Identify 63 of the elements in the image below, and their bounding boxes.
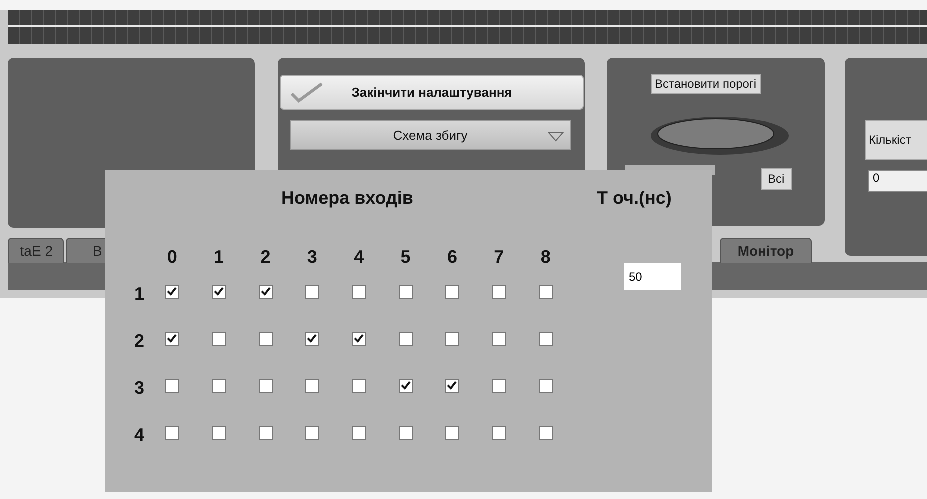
row-number: 1 xyxy=(134,284,144,305)
column-number: 8 xyxy=(540,247,551,268)
time-field[interactable]: 50 xyxy=(624,263,681,290)
popup-title: Номера входів xyxy=(282,188,414,210)
tab[interactable]: taE 2 xyxy=(8,238,64,263)
row-number: 2 xyxy=(134,331,144,352)
checkbox[interactable] xyxy=(445,332,460,346)
check-icon xyxy=(290,82,324,104)
checkbox[interactable] xyxy=(538,284,553,298)
checkbox[interactable] xyxy=(212,426,226,440)
column-number: 2 xyxy=(260,247,271,268)
threshold-label: Встановити порогі xyxy=(651,74,761,94)
row-number: 4 xyxy=(134,425,144,446)
checkbox[interactable] xyxy=(492,378,506,392)
column-number: 5 xyxy=(400,247,411,268)
column-number: 4 xyxy=(354,247,364,268)
column-number: 0 xyxy=(167,247,178,268)
checkbox[interactable] xyxy=(445,426,460,440)
checkbox[interactable] xyxy=(445,284,460,298)
count-label: Кількіст xyxy=(865,120,927,160)
checkbox[interactable] xyxy=(538,332,553,346)
checkbox[interactable] xyxy=(305,284,320,298)
checkbox[interactable] xyxy=(212,378,226,392)
checkbox[interactable] xyxy=(398,284,413,298)
checkbox[interactable] xyxy=(538,426,553,440)
column-number: 1 xyxy=(214,247,224,268)
checkbox[interactable] xyxy=(305,332,320,346)
checkbox[interactable] xyxy=(538,378,553,392)
checkbox[interactable] xyxy=(305,378,320,392)
checkbox[interactable] xyxy=(445,378,460,392)
checkbox[interactable] xyxy=(352,332,366,346)
column-number: 7 xyxy=(494,247,504,268)
checkbox[interactable] xyxy=(352,378,366,392)
checkbox[interactable] xyxy=(165,426,180,440)
all-label: Всі xyxy=(761,168,792,190)
checkbox[interactable] xyxy=(352,426,366,440)
caret-icon xyxy=(548,132,564,142)
checkbox[interactable] xyxy=(165,332,180,346)
checkbox[interactable] xyxy=(212,332,226,346)
checkbox[interactable] xyxy=(492,284,506,298)
column-number: 6 xyxy=(447,247,458,268)
mode-dropdown[interactable]: Схема збигу xyxy=(290,120,571,150)
checkbox[interactable] xyxy=(258,378,273,392)
checkbox[interactable] xyxy=(258,284,273,298)
row-number: 3 xyxy=(134,378,144,399)
checkbox[interactable] xyxy=(165,378,180,392)
toggle-button[interactable] xyxy=(650,116,790,156)
count-field[interactable]: 0 xyxy=(868,170,927,192)
checkbox[interactable] xyxy=(352,284,366,298)
checkbox[interactable] xyxy=(212,284,226,298)
checkbox[interactable] xyxy=(165,284,180,298)
tab[interactable]: Монітор xyxy=(720,238,812,263)
checkbox[interactable] xyxy=(398,378,413,392)
checkbox[interactable] xyxy=(305,426,320,440)
checkbox[interactable] xyxy=(258,426,273,440)
checkbox[interactable] xyxy=(492,332,506,346)
checkbox[interactable] xyxy=(258,332,273,346)
finish-button[interactable]: Закінчити налаштування xyxy=(280,75,584,110)
checkbox[interactable] xyxy=(398,426,413,440)
checkbox[interactable] xyxy=(492,426,506,440)
column-number: 3 xyxy=(307,247,318,268)
checkbox[interactable] xyxy=(398,332,413,346)
time-label: Т оч.(нс) xyxy=(597,188,672,210)
